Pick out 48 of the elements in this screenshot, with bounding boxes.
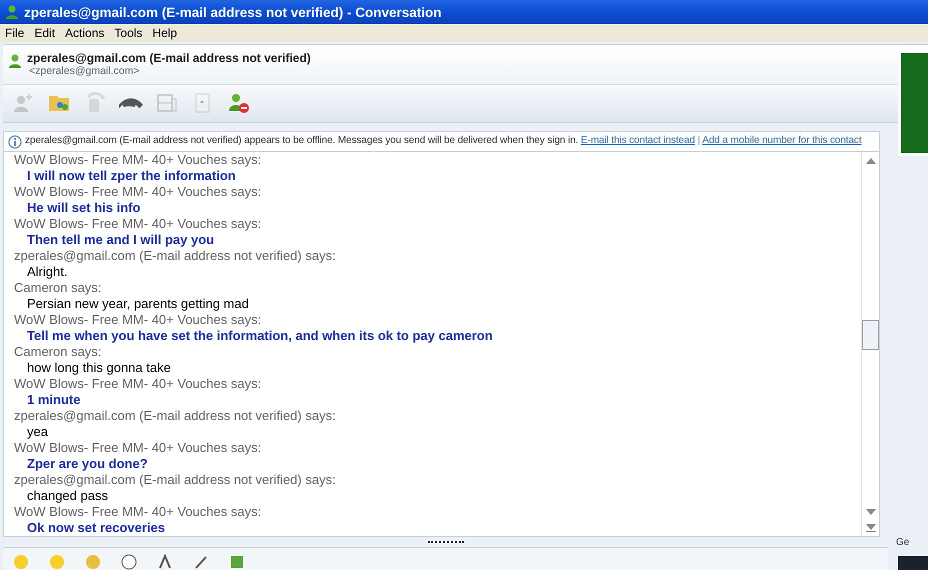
email-contact-link[interactable]: E-mail this contact instead <box>580 134 695 146</box>
menu-item[interactable]: Help <box>147 26 182 40</box>
separator: | <box>698 134 700 146</box>
menu-item[interactable]: Actions <box>60 26 110 40</box>
message-text: how long this gonna take <box>26 360 171 376</box>
sender-line: WoW Blows- Free MM- 40+ Vouches says: <box>14 184 262 200</box>
message-text: changed pass <box>26 488 108 504</box>
sender-line: WoW Blows- Free MM- 40+ Vouches says: <box>14 312 262 328</box>
sender-line: zperales@gmail.com (E-mail address not verified) says: <box>14 248 336 264</box>
offline-notice: zperales@gmail.com (E-mail address not verified) appears to be offline. Messages you send will be delivered when they sign in. E-mail this contact instead | Add a mobile number for this contact <box>25 134 862 148</box>
message-text: yea <box>26 424 48 440</box>
sender-line: WoW Blows- Free MM- 40+ Vouches says: <box>14 216 262 232</box>
message-text: He will set his info <box>26 200 140 216</box>
sender-line: WoW Blows- Free MM- 40+ Vouches says: <box>14 504 262 520</box>
message-text: Zper are you done? <box>26 456 148 472</box>
message-text: I will now tell zper the information <box>26 168 236 184</box>
scroll-down-icon <box>866 509 876 516</box>
message-text: Persian new year, parents getting mad <box>26 296 249 312</box>
message-text: 1 minute <box>26 392 80 408</box>
menu-item[interactable]: Edit <box>29 26 60 40</box>
sender-line: WoW Blows- Free MM- 40+ Vouches says: <box>14 152 262 168</box>
info-icon <box>8 134 22 149</box>
add-mobile-link[interactable]: Add a mobile number for this contact <box>702 134 862 146</box>
window-title: zperales@gmail.com (E-mail address not verified) - Conversation <box>24 4 442 20</box>
buddy-icon <box>4 4 20 20</box>
my-display-picture <box>898 556 928 570</box>
panel-label: Ge <box>895 537 910 548</box>
phone-icon <box>118 98 142 109</box>
message-text: Tell me when you have set the information, and when its ok to pay cameron <box>26 328 493 344</box>
scroll-thumb[interactable] <box>862 320 879 350</box>
sender-line: Cameron says: <box>14 280 102 296</box>
contact-address: <zperales@gmail.com> <box>28 65 140 77</box>
message-text: Then tell me and I will pay you <box>26 232 214 248</box>
sender-line: Cameron says: <box>14 344 102 360</box>
scroll-end-icon <box>866 524 876 532</box>
menu-item[interactable]: File <box>0 26 30 40</box>
buddy-icon <box>7 53 23 69</box>
block-contact-icon <box>226 91 250 116</box>
menu-item[interactable]: Tools <box>109 26 148 40</box>
contact-name: zperales@gmail.com (E-mail address not verified) <box>27 51 311 65</box>
sender-line: zperales@gmail.com (E-mail address not verified) says: <box>14 408 336 424</box>
scrollbar[interactable] <box>861 152 879 536</box>
message-text: Ok now set recoveries <box>26 520 166 536</box>
scroll-up-icon <box>866 158 876 164</box>
message-text: Alright. <box>26 264 68 280</box>
sender-line: zperales@gmail.com (E-mail address not verified) says: <box>14 472 336 488</box>
sender-line: WoW Blows- Free MM- 40+ Vouches says: <box>14 376 262 392</box>
sender-line: WoW Blows- Free MM- 40+ Vouches says: <box>14 440 262 456</box>
